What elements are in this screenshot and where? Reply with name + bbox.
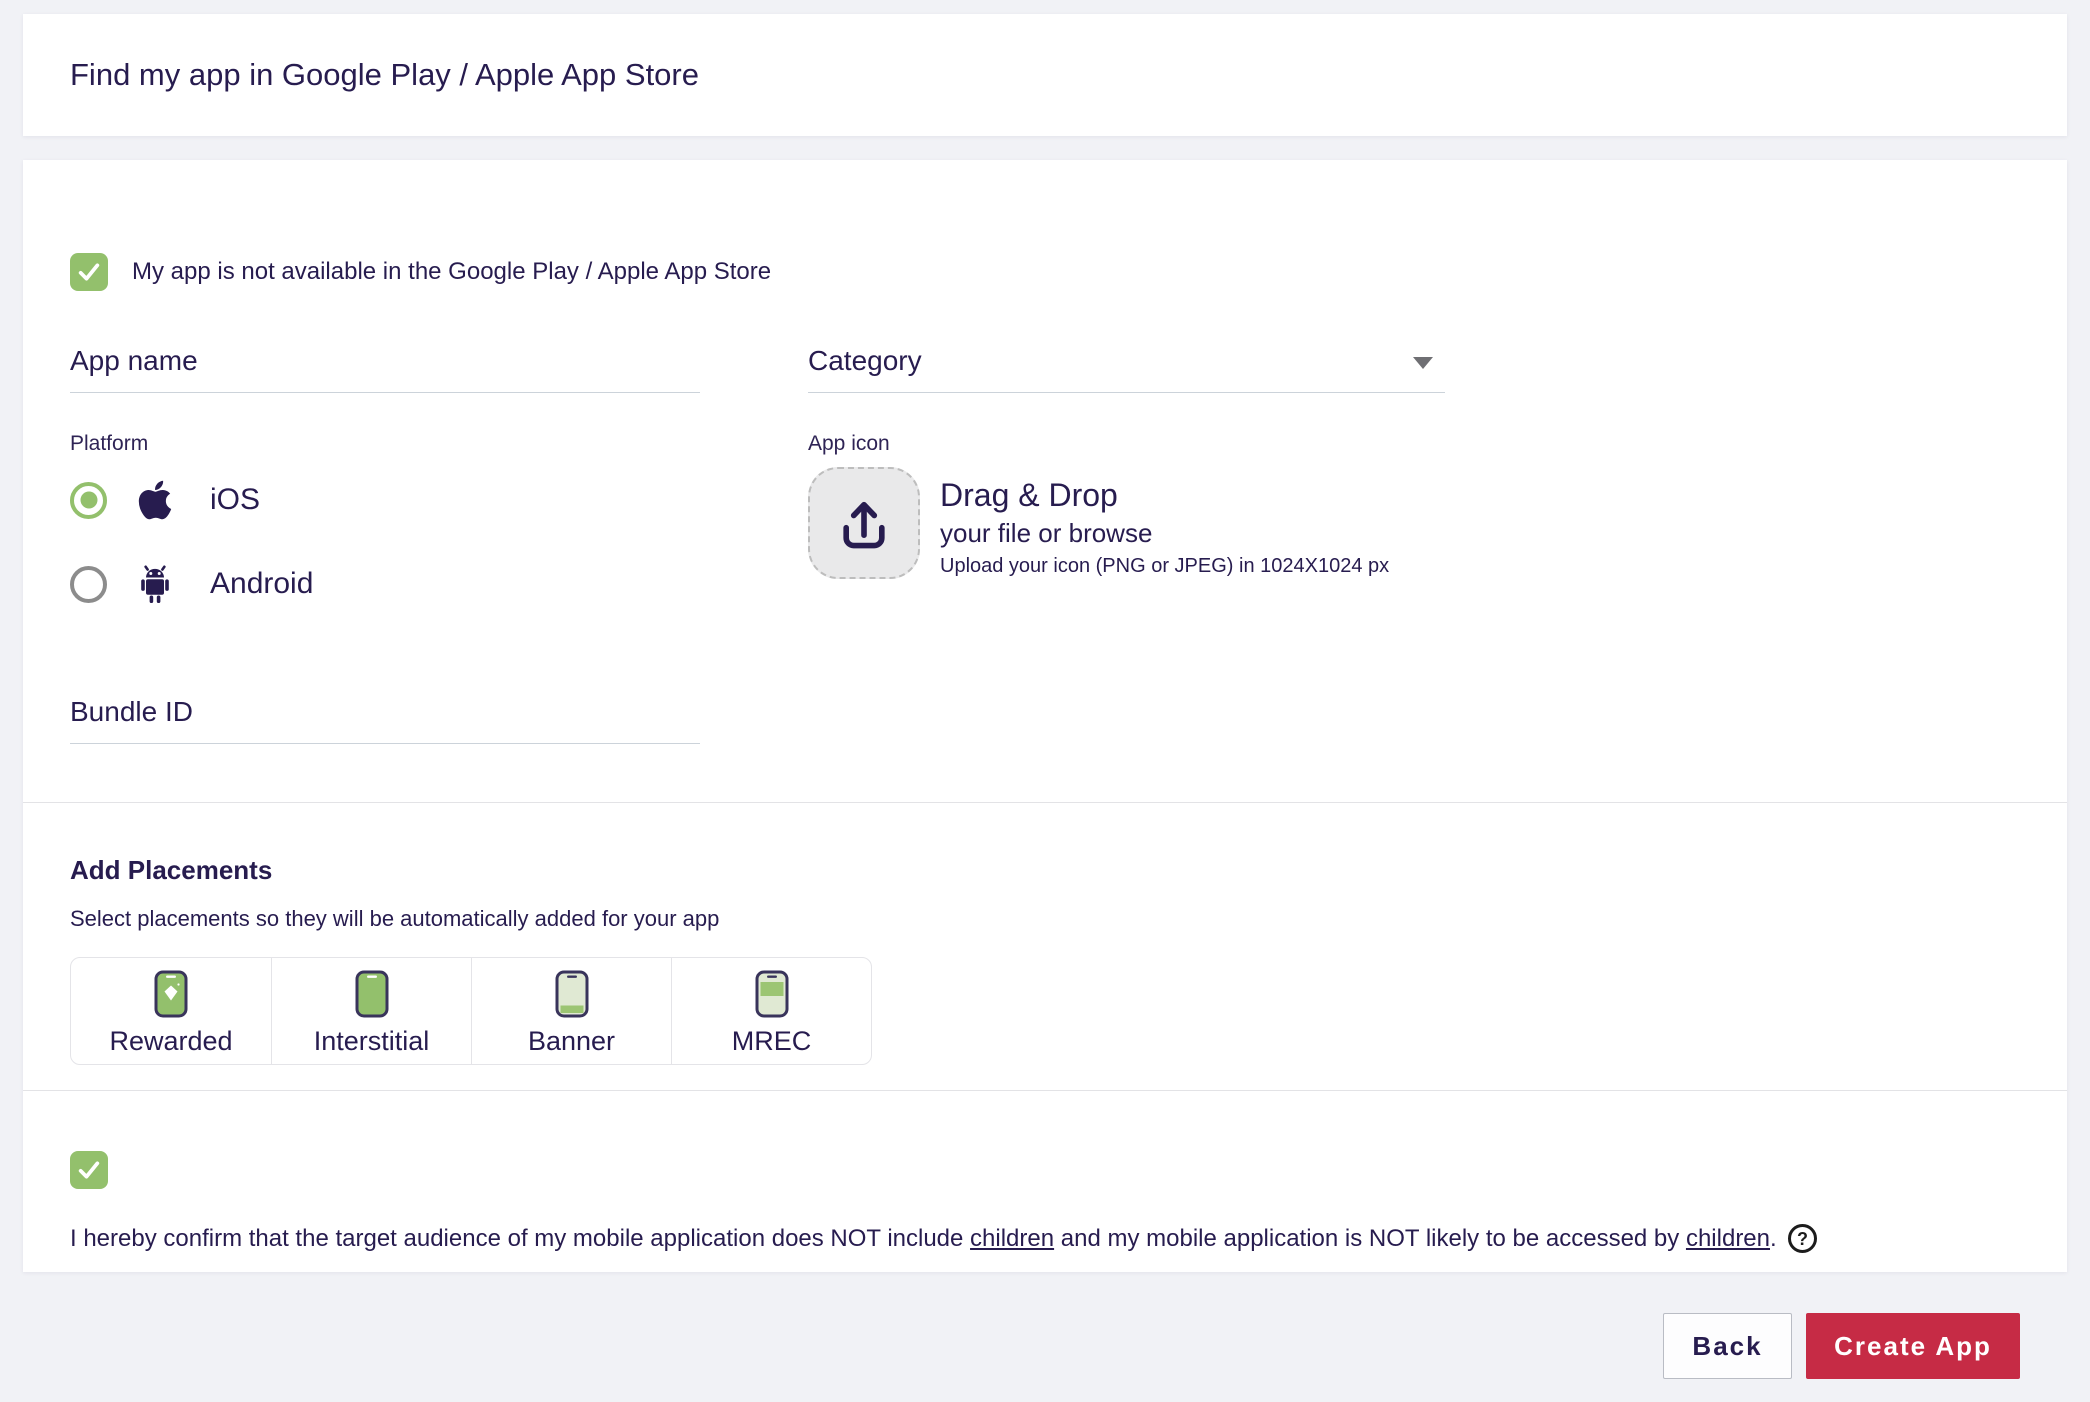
placement-mrec[interactable]: MREC <box>671 958 871 1064</box>
placement-label: MREC <box>732 1026 812 1057</box>
app-icon-dropzone-row: Drag & Drop your file or browse Upload y… <box>808 467 2020 579</box>
confirm-text-part: . <box>1770 1225 1777 1252</box>
back-button[interactable]: Back <box>1663 1313 1792 1379</box>
category-placeholder: Category <box>808 345 922 377</box>
placements-title: Add Placements <box>70 803 2020 886</box>
android-radio-button[interactable] <box>70 566 107 603</box>
placement-label: Rewarded <box>109 1026 232 1057</box>
platform-appicon-row: Platform iOS <box>70 432 2020 744</box>
platform-radio-android[interactable]: Android <box>70 561 808 607</box>
app-icon-dropzone[interactable] <box>808 467 920 579</box>
dropzone-title: Drag & Drop <box>940 477 1389 514</box>
placement-rewarded[interactable]: Rewarded <box>71 958 271 1064</box>
upload-icon <box>834 493 894 553</box>
interstitial-phone-icon <box>355 970 389 1018</box>
android-icon <box>133 561 177 607</box>
placements-section: Add Placements Select placements so they… <box>23 802 2067 1090</box>
checkmark-icon <box>74 1155 104 1185</box>
page-title: Find my app in Google Play / Apple App S… <box>70 57 699 93</box>
mrec-phone-icon <box>755 970 789 1018</box>
store-availability-checkbox[interactable] <box>70 253 108 291</box>
bundle-id-wrap: Bundle ID <box>70 696 808 744</box>
svg-text:?: ? <box>1797 1229 1808 1249</box>
category-select[interactable]: Category <box>808 345 1445 393</box>
platform-column: Platform iOS <box>70 432 808 744</box>
ios-radio-label: iOS <box>210 483 260 517</box>
app-name-placeholder: App name <box>70 345 198 377</box>
page-header: Find my app in Google Play / Apple App S… <box>23 14 2067 136</box>
platform-radio-ios[interactable]: iOS <box>70 477 808 523</box>
bundle-id-placeholder: Bundle ID <box>70 696 193 728</box>
dropzone-subtitle[interactable]: your file or browse <box>940 518 1389 549</box>
app-name-input[interactable]: App name <box>70 345 700 393</box>
store-availability-row: My app is not available in the Google Pl… <box>70 160 2020 291</box>
children-link-1[interactable]: children <box>970 1225 1054 1252</box>
placement-label: Interstitial <box>314 1026 430 1057</box>
bundle-id-input[interactable]: Bundle ID <box>70 696 700 744</box>
placement-banner[interactable]: Banner <box>471 958 671 1064</box>
form-actions: Back Create App <box>0 1272 2090 1379</box>
dropzone-text: Drag & Drop your file or browse Upload y… <box>940 467 1389 579</box>
placement-interstitial[interactable]: Interstitial <box>271 958 471 1064</box>
placements-grid: Rewarded Interstitial Banner <box>70 957 872 1065</box>
create-app-form-card: My app is not available in the Google Pl… <box>23 160 2067 1272</box>
dropzone-hint: Upload your icon (PNG or JPEG) in 1024X1… <box>940 555 1389 578</box>
confirm-text-part: and my mobile application is NOT likely … <box>1054 1225 1686 1252</box>
store-availability-label: My app is not available in the Google Pl… <box>132 258 771 286</box>
coppa-confirm-text: I hereby confirm that the target audienc… <box>70 1223 2020 1254</box>
app-icon-column: App icon Drag & Drop your f <box>808 432 2020 744</box>
banner-phone-icon <box>555 970 589 1018</box>
rewarded-phone-icon <box>154 970 188 1018</box>
ios-radio-button[interactable] <box>70 482 107 519</box>
checkmark-icon <box>74 257 104 287</box>
app-details-section: My app is not available in the Google Pl… <box>23 160 2067 802</box>
name-category-row: App name Category <box>70 345 2020 393</box>
create-app-button[interactable]: Create App <box>1806 1313 2020 1379</box>
coppa-confirm-checkbox[interactable] <box>70 1151 108 1189</box>
android-radio-label: Android <box>210 567 313 601</box>
app-icon-label: App icon <box>808 432 2020 456</box>
placements-subtitle: Select placements so they will be automa… <box>70 906 2020 932</box>
confirmation-section: I hereby confirm that the target audienc… <box>23 1090 2067 1272</box>
platform-label: Platform <box>70 432 808 456</box>
apple-icon <box>133 478 177 522</box>
confirm-text-part: I hereby confirm that the target audienc… <box>70 1225 970 1252</box>
placement-label: Banner <box>528 1026 615 1057</box>
chevron-down-icon <box>1413 357 1433 369</box>
children-link-2[interactable]: children <box>1686 1225 1770 1252</box>
help-circle-icon[interactable]: ? <box>1787 1223 1818 1254</box>
